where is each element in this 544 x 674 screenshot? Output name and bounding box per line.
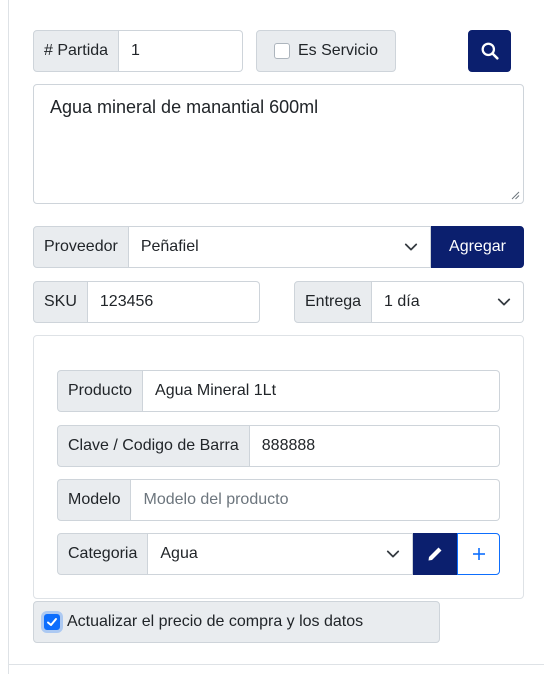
bottom-divider [8,664,544,665]
actualizar-checkbox[interactable] [44,614,60,630]
producto-input[interactable]: Agua Mineral 1Lt [143,370,500,412]
check-icon [47,618,57,626]
sku-input[interactable]: 123456 [87,281,260,323]
search-button[interactable] [468,30,511,72]
modelo-group: Modelo Modelo del producto [57,479,500,521]
clave-label: Clave / Codigo de Barra [57,425,250,467]
partida-label: # Partida [33,30,120,72]
modelo-label: Modelo [57,479,132,521]
plus-icon [472,548,485,560]
servicio-checkbox[interactable] [273,43,290,59]
edit-categoria-button[interactable] [413,533,457,575]
agregar-proveedor-button[interactable]: Agregar [431,226,524,268]
actualizar-label: Actualizar el precio de compra y los dat… [67,613,364,630]
description-text: Agua mineral de manantial 600ml [50,97,319,117]
categoria-group: Categoria Agua [57,533,500,575]
actualizar-toggle[interactable]: Actualizar el precio de compra y los dat… [33,601,440,643]
resize-handle-icon [511,191,520,200]
entrega-label: Entrega [294,281,373,323]
clave-group: Clave / Codigo de Barra 888888 [57,425,500,467]
producto-group: Producto Agua Mineral 1Lt [57,370,500,412]
modelo-input[interactable]: Modelo del producto [131,479,500,521]
servicio-label: Es Servicio [297,42,379,59]
left-divider [8,0,9,674]
sku-label: SKU [33,281,88,323]
chevron-down-icon [497,298,511,306]
chevron-down-icon [404,243,418,251]
entrega-group: Entrega 1 día [294,281,524,323]
proveedor-select[interactable]: Peñafiel [128,226,431,268]
categoria-select[interactable]: Agua [148,533,413,575]
partida-group: # Partida 1 [33,30,243,72]
entrega-select[interactable]: 1 día [372,281,524,323]
chevron-down-icon [386,550,400,558]
sku-group: SKU 123456 [33,281,260,323]
add-categoria-button[interactable] [457,533,500,575]
categoria-label: Categoria [57,533,149,575]
partida-input[interactable]: 1 [119,30,243,72]
servicio-toggle[interactable]: Es Servicio [256,30,396,72]
proveedor-group: Proveedor Peñafiel Agregar [33,226,524,268]
pencil-icon [428,547,442,561]
description-textarea[interactable]: Agua mineral de manantial 600ml [33,84,524,204]
clave-input[interactable]: 888888 [249,425,500,467]
search-icon [481,42,499,60]
producto-label: Producto [57,370,144,412]
proveedor-label: Proveedor [33,226,129,268]
